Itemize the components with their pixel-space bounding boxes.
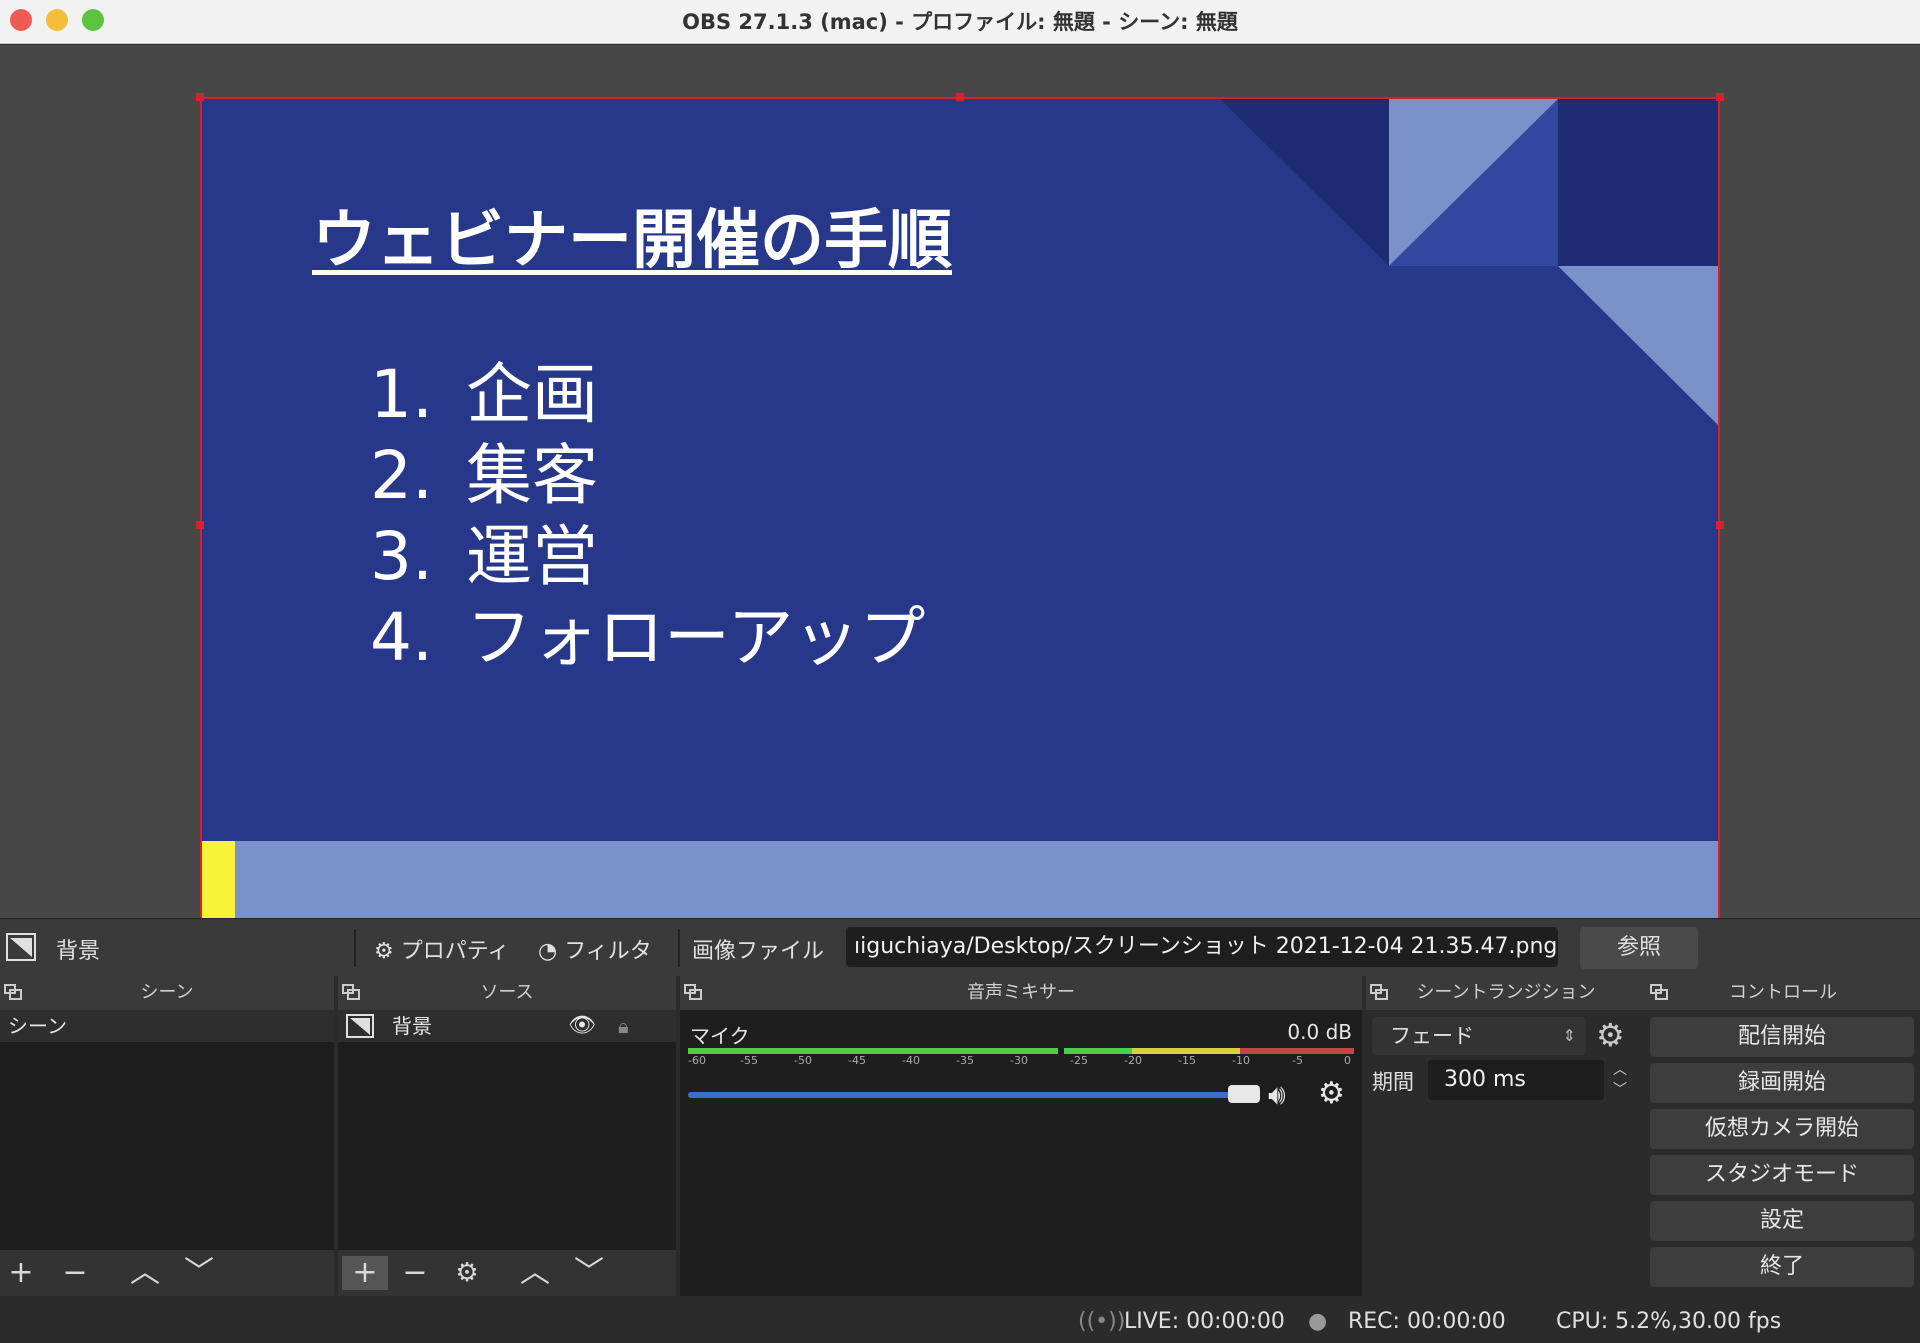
undock-icon[interactable]: [342, 984, 360, 1000]
selected-source-name: 背景: [56, 939, 101, 964]
resize-handle-right[interactable]: [1716, 521, 1724, 529]
scenes-list[interactable]: シーン: [0, 1010, 334, 1250]
duration-label: 期間: [1372, 1070, 1414, 1094]
move-source-down-button[interactable]: ﹀: [572, 1256, 606, 1290]
slide-list-item: 3. 運営: [370, 518, 598, 595]
toolbar-separator: [678, 929, 680, 967]
visibility-eye-icon[interactable]: 👁: [568, 1010, 596, 1042]
slide-list-item: 4. フォローアップ: [370, 599, 926, 676]
scene-item[interactable]: シーン: [0, 1010, 334, 1042]
volume-slider-handle[interactable]: [1228, 1085, 1260, 1103]
rec-timer: REC: 00:00:00: [1348, 1309, 1506, 1334]
duration-stepper[interactable]: ︿ ﹀: [1608, 1060, 1632, 1100]
undock-icon[interactable]: [1650, 984, 1668, 1000]
image-file-label: 画像ファイル: [692, 939, 825, 964]
remove-source-button[interactable]: −: [398, 1256, 432, 1290]
scenes-dock-header: シーン: [0, 976, 334, 1010]
start-virtual-camera-button[interactable]: 仮想カメラ開始: [1650, 1109, 1914, 1149]
gear-icon: ⚙: [374, 939, 394, 964]
image-path-field[interactable]: ıiguchiaya/Desktop/スクリーンショット 2021-12-04 …: [846, 927, 1558, 967]
source-item[interactable]: 背景 👁 🔒︎: [338, 1010, 676, 1042]
mixer-dock-header: 音声ミキサー: [680, 976, 1362, 1010]
properties-button[interactable]: ⚙ プロパティ: [374, 933, 509, 965]
add-scene-button[interactable]: +: [4, 1256, 38, 1290]
filters-button[interactable]: ◔ フィルタ: [538, 933, 652, 965]
toolbar-separator: [354, 929, 356, 967]
slide-list-item: 1. 企画: [370, 356, 598, 433]
slide-list-item: 2. 集客: [370, 437, 598, 514]
source-item-label: 背景: [392, 1014, 432, 1038]
source-properties-gear-icon[interactable]: ⚙: [450, 1256, 484, 1290]
chevron-updown-icon: ⇕: [1562, 1026, 1576, 1045]
lock-icon[interactable]: 🔒︎: [618, 1010, 629, 1042]
undock-icon[interactable]: [1370, 984, 1388, 1000]
record-dot-icon: ●: [1308, 1309, 1328, 1334]
live-timer: LIVE: 00:00:00: [1124, 1309, 1285, 1334]
live-broadcast-icon: ((•)): [1078, 1309, 1126, 1334]
resize-handle-left[interactable]: [196, 521, 204, 529]
meter-scale: -60 -55 -50 -45 -40 -35 -30 -25 -20 -15 …: [688, 1054, 1351, 1067]
move-scene-up-button[interactable]: ︿: [128, 1256, 162, 1290]
move-source-up-button[interactable]: ︿: [518, 1256, 552, 1290]
sources-dock-header: ソース: [338, 976, 676, 1010]
start-streaming-button[interactable]: 配信開始: [1650, 1017, 1914, 1057]
transition-settings-gear-icon[interactable]: ⚙: [1596, 1016, 1625, 1054]
preview-area[interactable]: ウェビナー開催の手順 1. 企画 2. 集客 3. 運営 4. フォローアップ: [0, 45, 1920, 956]
sources-list[interactable]: 背景 👁 🔒︎: [338, 1010, 676, 1250]
mixer-channel-name: マイク: [690, 1024, 750, 1048]
title-bar: OBS 27.1.3 (mac) - プロファイル: 無題 - シーン: 無題: [0, 0, 1920, 44]
add-source-button[interactable]: +: [342, 1256, 388, 1290]
chevron-down-icon[interactable]: ﹀: [1608, 1080, 1632, 1100]
studio-mode-button[interactable]: スタジオモード: [1650, 1155, 1914, 1195]
move-scene-down-button[interactable]: ﹀: [182, 1256, 216, 1290]
scenes-footer: + − ︿ ﹀: [0, 1250, 334, 1296]
exit-button[interactable]: 終了: [1650, 1247, 1914, 1287]
speaker-icon[interactable]: 🔊︎: [1268, 1078, 1286, 1112]
cpu-fps-readout: CPU: 5.2%,30.00 fps: [1556, 1309, 1782, 1334]
mixer-level-readout: 0.0 dB: [1287, 1020, 1352, 1044]
status-bar: ((•)) LIVE: 00:00:00 ● REC: 00:00:00 CPU…: [0, 1298, 1920, 1343]
sources-footer: + − ⚙ ︿ ﹀: [338, 1250, 676, 1296]
duration-input[interactable]: 300 ms: [1428, 1060, 1604, 1100]
slide-title: ウェビナー開催の手順: [312, 204, 952, 278]
resize-handle-top-right[interactable]: [1716, 93, 1724, 101]
start-recording-button[interactable]: 録画開始: [1650, 1063, 1914, 1103]
resize-handle-top-left[interactable]: [196, 93, 204, 101]
controls-dock-header: コントロール: [1646, 976, 1920, 1010]
undock-icon[interactable]: [684, 984, 702, 1000]
window-title: OBS 27.1.3 (mac) - プロファイル: 無題 - シーン: 無題: [682, 10, 1238, 34]
mixer-settings-gear-icon[interactable]: ⚙: [1318, 1076, 1345, 1111]
transitions-dock-header: シーントランジション: [1366, 976, 1646, 1010]
slide-list: 1. 企画 2. 集客 3. 運営 4. フォローアップ: [370, 354, 925, 678]
remove-scene-button[interactable]: −: [58, 1256, 92, 1290]
image-source-icon: [346, 1014, 374, 1038]
filter-icon: ◔: [538, 939, 558, 964]
source-toolbar: 背景 ⚙ プロパティ ◔ フィルタ 画像ファイル ıiguchiaya/Desk…: [0, 918, 1920, 976]
volume-slider[interactable]: [688, 1092, 1260, 1098]
preview-slide[interactable]: ウェビナー開催の手順 1. 企画 2. 集客 3. 運営 4. フォローアップ: [200, 97, 1720, 952]
chevron-up-icon[interactable]: ︿: [1608, 1060, 1632, 1080]
transition-select[interactable]: フェード ⇕: [1372, 1017, 1586, 1055]
settings-button[interactable]: 設定: [1650, 1201, 1914, 1241]
undock-icon[interactable]: [4, 984, 22, 1000]
resize-handle-top[interactable]: [956, 93, 964, 101]
image-source-icon: [6, 933, 36, 961]
browse-button[interactable]: 参照: [1580, 927, 1698, 969]
